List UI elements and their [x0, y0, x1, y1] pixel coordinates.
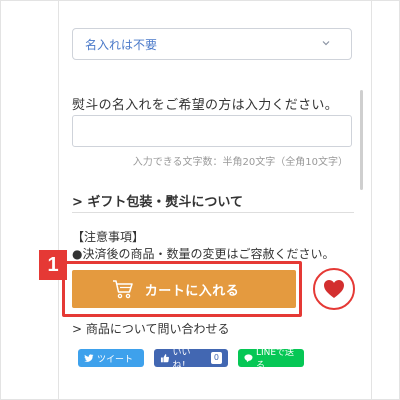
line-share-label: LINEで送る	[255, 348, 295, 371]
add-to-cart-button[interactable]: カートに入れる	[72, 270, 296, 308]
bird-icon	[84, 354, 94, 362]
name-text-input[interactable]	[72, 115, 352, 147]
thumbs-up-icon	[160, 354, 169, 363]
like-label: いいね！	[172, 348, 191, 371]
line-share-button[interactable]: LINEで送る	[238, 348, 304, 371]
divider	[72, 212, 354, 213]
name-option-value: 名入れは不要	[85, 37, 158, 52]
cart-icon	[113, 280, 133, 299]
tweet-label: ツイート	[97, 354, 134, 365]
gift-wrapping-link[interactable]: > ギフト包装・熨斗について	[72, 191, 243, 210]
favorite-button[interactable]	[313, 268, 355, 310]
name-option-select[interactable]: 名入れは不要	[72, 28, 352, 60]
add-to-cart-label: カートに入れる	[144, 283, 240, 299]
notice-title: 【注意事項】	[72, 230, 145, 244]
chevron-down-icon	[322, 41, 330, 46]
product-purchase-panel: 名入れは不要 熨斗の名入れをご希望の方は入力ください。 入力できる文字数：半角2…	[0, 0, 400, 400]
scrollbar[interactable]	[360, 90, 363, 190]
like-button[interactable]: いいね！ 0	[154, 348, 228, 371]
line-icon	[244, 354, 253, 363]
notice-body: ●決済後の商品・数量の変更はご容赦ください。	[72, 247, 335, 261]
step-badge: 1	[39, 250, 67, 280]
name-input-hint: 入力できる文字数：半角20文字（全角10文字）	[132, 157, 348, 168]
tweet-button[interactable]: ツイート	[78, 349, 144, 367]
share-buttons: ツイート いいね！ 0 LINEで送る	[78, 348, 314, 371]
heart-icon	[324, 280, 344, 298]
product-inquiry-link[interactable]: > 商品について問い合わせる	[72, 320, 230, 337]
like-count: 0	[210, 352, 222, 364]
name-input-label: 熨斗の名入れをご希望の方は入力ください。	[72, 98, 339, 113]
